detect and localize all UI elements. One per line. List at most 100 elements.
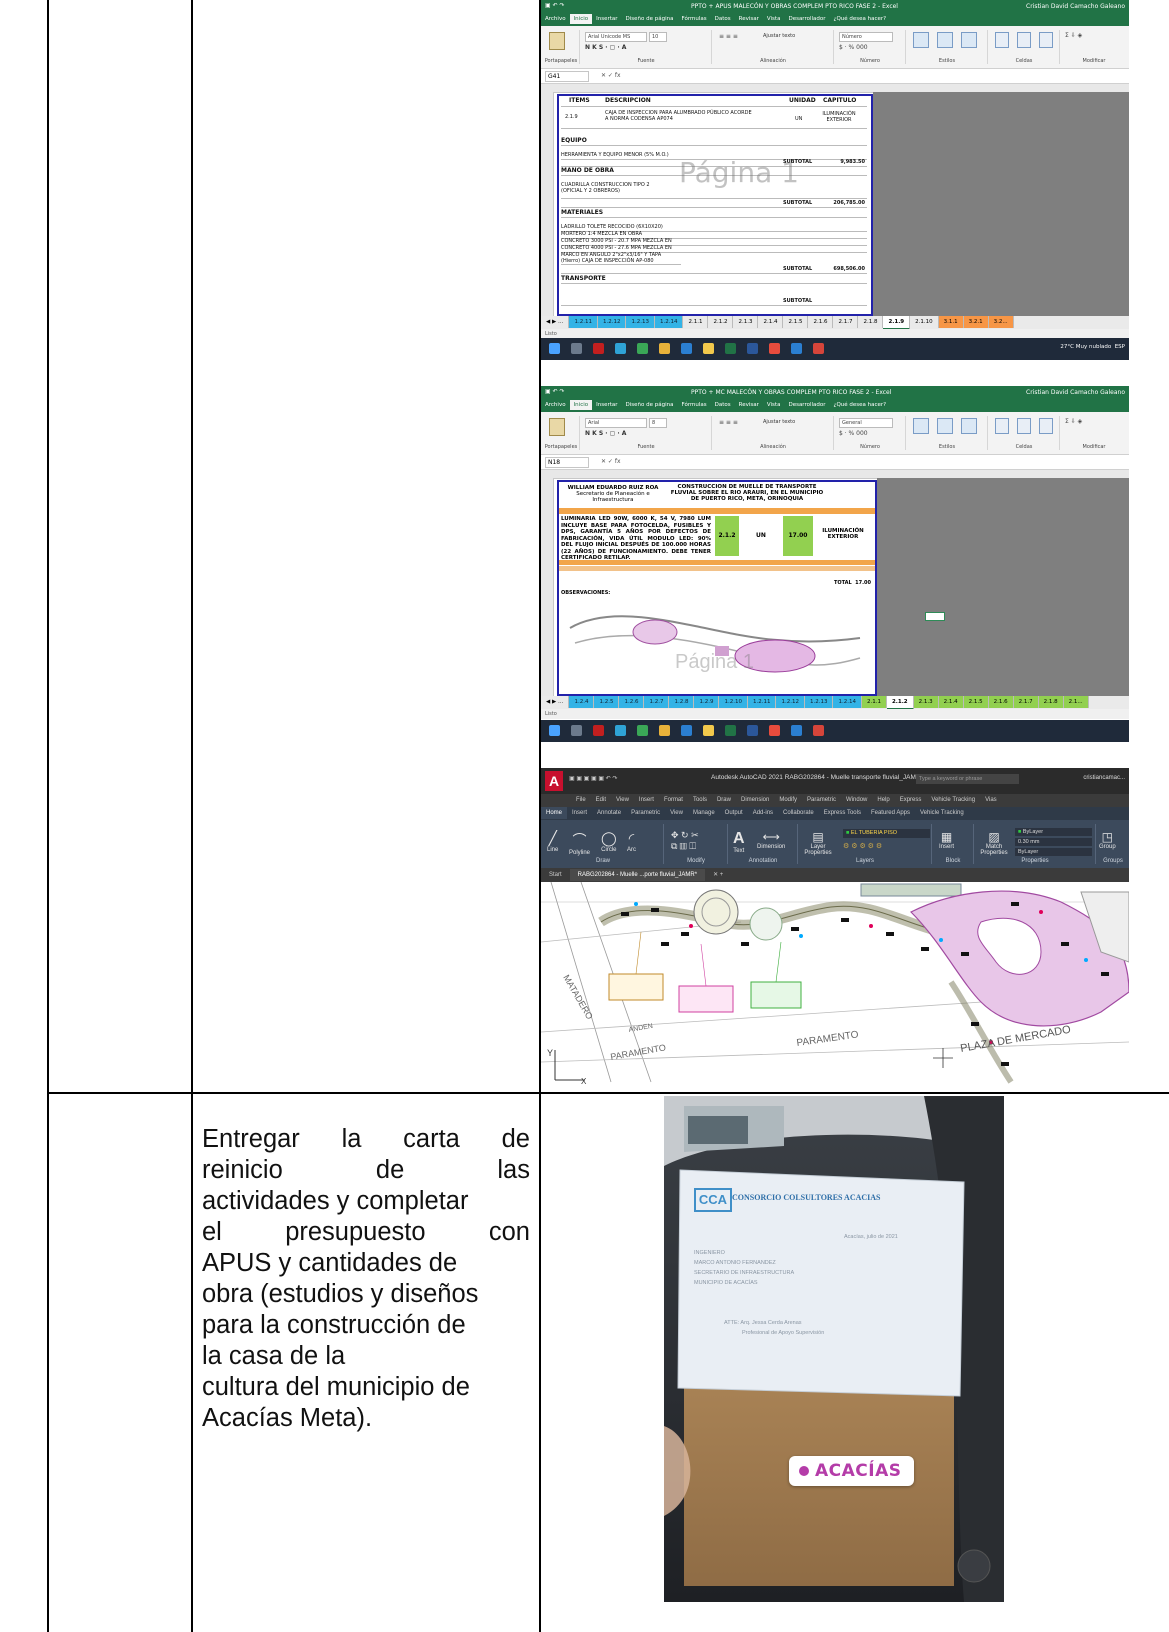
ribbon-tab[interactable]: View [665,807,688,819]
windows-start-icon[interactable] [549,343,560,354]
font-style-buttons[interactable]: N K S · ▢ · A [585,44,626,51]
chrome-icon[interactable] [637,343,648,354]
tab-diseno[interactable]: Diseño de página [622,14,678,24]
tab-nav[interactable]: ◀ ▶ … [541,696,570,708]
ribbon-tab[interactable]: Collaborate [778,807,819,819]
word-icon[interactable] [747,343,758,354]
font-name-select[interactable]: Arial [585,418,647,428]
menu-item[interactable]: View [611,794,634,806]
sheet-tab[interactable]: 1.2.11 [569,316,598,328]
layer-tools-icons[interactable]: ⚙ ⚙ ⚙ ⚙ ⚙ [843,842,882,850]
ribbon-tab[interactable]: Featured Apps [866,807,915,819]
tab-desarrollador[interactable]: Desarrollador [784,400,829,410]
wrap-text-button[interactable]: Ajustar texto [763,33,795,39]
font-style-buttons[interactable]: N K S · ▢ · A [585,430,626,437]
close-tab-icon[interactable]: ✕ + [705,868,731,881]
line-tool[interactable]: ╱ Line [547,830,558,853]
sheet-tab[interactable]: 2.1.3 [913,696,939,708]
sheet-tab[interactable]: 2.1.1 [861,696,887,708]
autocad-icon[interactable] [813,343,824,354]
paste-icon[interactable] [549,418,565,436]
sheet-tab-active[interactable]: 2.1.2 [886,696,914,709]
sheet-tab[interactable]: 2.1.4 [758,316,784,328]
quick-access-toolbar[interactable]: ▣ ▣ ▣ ▣ ▣ ↶ ↷ [569,775,617,782]
sheet-tab[interactable]: 1.2.10 [719,696,748,708]
menu-item[interactable]: Insert [634,794,659,806]
font-size-select[interactable]: 8 [649,418,667,428]
number-format-select[interactable]: General [839,418,893,428]
menu-item[interactable]: Help [872,794,894,806]
name-box[interactable]: N18 [545,457,589,468]
ribbon-tab[interactable]: Annotate [592,807,626,819]
wrap-text-button[interactable]: Ajustar texto [763,419,795,425]
autosum-icon[interactable]: Σ ⇩ ◈ [1065,32,1082,39]
sheet-tab[interactable]: 2.1... [1063,696,1089,708]
group-button[interactable]: ◳ Group [1099,830,1116,850]
number-format-select[interactable]: Número [839,32,893,42]
app-icon[interactable] [791,725,802,736]
tab-inicio[interactable]: Inicio [569,14,593,24]
menu-item[interactable]: Window [841,794,872,806]
menu-item[interactable]: Edit [591,794,611,806]
sheet-tab[interactable]: 2.1.5 [963,696,989,708]
ribbon-tab[interactable]: Vehicle Tracking [915,807,969,819]
menu-item[interactable]: Modify [774,794,802,806]
tab-inicio[interactable]: Inicio [569,400,593,410]
conditional-format-icon[interactable] [913,32,929,48]
circle-tool[interactable]: ◯ Circle [601,830,617,853]
menu-item[interactable]: Vias [980,794,1002,806]
layer-properties-button[interactable]: ▤ Layer Properties [803,830,833,856]
ribbon-tab[interactable]: Manage [688,807,720,819]
app-icon[interactable] [593,725,604,736]
lineweight-dropdown[interactable]: 0.30 mm [1015,838,1092,846]
save-icon[interactable]: ▣ ↶ ↷ [545,388,565,395]
sheet-tab[interactable]: 1.2.12 [776,696,805,708]
format-cells-icon[interactable] [1039,418,1053,434]
search-input[interactable]: Type a keyword or phrase [916,774,1019,784]
sheet-tab[interactable]: 2.1.8 [1038,696,1064,708]
sheet-tab[interactable]: 2.1.8 [858,316,884,328]
app-icon[interactable] [681,343,692,354]
menu-item[interactable]: Draw [712,794,736,806]
menu-item[interactable]: Parametric [802,794,841,806]
user-name[interactable]: Cristian David Camacho Galeano [1026,3,1125,10]
dimension-tool[interactable]: ⟷ Dimension [757,830,785,850]
sheet-tab[interactable]: 1.2.13 [626,316,655,328]
conditional-format-icon[interactable] [913,418,929,434]
sheet-tab[interactable]: 1.2.4 [569,696,595,708]
color-dropdown[interactable]: ■ ByLayer [1015,828,1092,836]
sheet-tab[interactable]: 2.1.7 [1013,696,1039,708]
search-icon[interactable] [571,343,582,354]
layer-dropdown[interactable]: ■ EL TUBERIA PISO [843,829,930,838]
user-name[interactable]: Cristian David Camacho Galeano [1026,389,1125,396]
align-icons[interactable]: ≡ ≡ ≡ [719,33,738,40]
menu-item[interactable]: File [571,794,591,806]
tab-diseno[interactable]: Diseño de página [622,400,678,410]
tab-datos[interactable]: Datos [711,400,735,410]
text-tool[interactable]: A Text [733,830,745,854]
tab-archivo[interactable]: Archivo [541,14,570,24]
currency-icons[interactable]: $ · % 000 [839,44,868,51]
menu-item[interactable]: Format [659,794,688,806]
ribbon-tab[interactable]: Add-ins [748,807,778,819]
ribbon-tab[interactable]: Output [720,807,748,819]
drawing-tab[interactable]: RABG202864 - Muelle ...porte fluvial_JAM… [569,869,706,881]
sheet-tab[interactable]: 1.2.8 [669,696,695,708]
sheet-tab[interactable]: 2.1.6 [808,316,834,328]
linetype-dropdown[interactable]: ByLayer [1015,848,1092,856]
format-table-icon[interactable] [937,32,953,48]
drawing-canvas[interactable]: MATADERO ANDEN PARAMENTO PARAMENTO PLAZA… [541,881,1129,1086]
selected-cell[interactable] [925,612,945,621]
chrome-icon[interactable] [659,725,670,736]
tab-home[interactable]: Home [541,807,568,819]
ribbon-tab[interactable]: Express Tools [819,807,866,819]
font-size-select[interactable]: 10 [649,32,667,42]
app-icon[interactable] [769,725,780,736]
sheet-tab[interactable]: 1.2.13 [804,696,834,708]
tab-revisar[interactable]: Revisar [735,400,763,410]
sheet-tab[interactable]: 1.2.6 [619,696,645,708]
sheet-tab[interactable]: 2.1.7 [833,316,859,328]
app-icon[interactable] [593,343,604,354]
sheet-tab[interactable]: 3.2.1 [963,316,989,328]
worksheet[interactable]: ITEMS DESCRIPCION UNIDAD CAPITULO 2.1.9 … [541,84,1129,316]
